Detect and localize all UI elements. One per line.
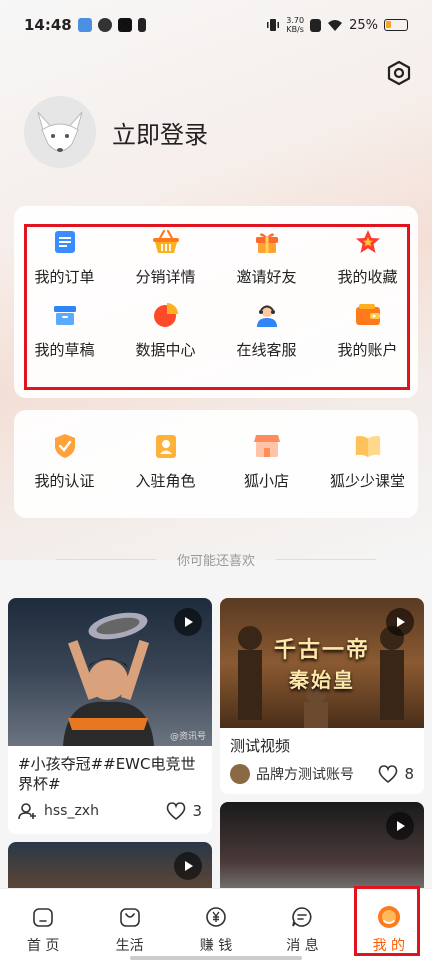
order-icon bbox=[51, 228, 79, 256]
watermark: @资讯号 bbox=[169, 732, 206, 742]
overlay-title-1: 千古一帝 bbox=[273, 638, 370, 663]
x-icon bbox=[310, 18, 322, 32]
like-button[interactable]: 8 bbox=[378, 765, 414, 783]
feed-title: #小孩夺冠##EWC电竞世界杯# bbox=[18, 755, 196, 793]
book-icon bbox=[354, 432, 382, 460]
avatar[interactable] bbox=[24, 96, 96, 168]
status-bar: 14:48 3.70 KB/s 25% bbox=[0, 0, 432, 50]
battery-percent: 25% bbox=[349, 17, 378, 33]
login-link[interactable]: 立即登录 bbox=[112, 115, 208, 150]
role-badge-icon bbox=[152, 432, 180, 460]
star-icon bbox=[354, 228, 382, 256]
notification-app-icon bbox=[97, 18, 112, 32]
play-icon bbox=[185, 861, 193, 871]
tab-profile[interactable]: 我 的 bbox=[346, 889, 432, 964]
settings-button[interactable] bbox=[386, 60, 412, 86]
feed-card-test-video[interactable]: 千古一帝 秦始皇 测试视频 品牌方测试账号 8 bbox=[220, 598, 424, 794]
feed-title: 测试视频 bbox=[230, 737, 291, 755]
profile-icon bbox=[377, 906, 400, 928]
bottom-tab-bar: 首 页 生活 赚 钱 消 息 我 的 bbox=[0, 888, 432, 964]
home-indicator bbox=[130, 956, 302, 960]
tab-home[interactable]: 首 页 bbox=[0, 889, 86, 964]
menu-distribution-details[interactable]: 分销详情 bbox=[115, 228, 216, 287]
play-button[interactable] bbox=[386, 812, 414, 840]
menu-my-account[interactable]: 我的账户 bbox=[317, 301, 418, 360]
sim-icon bbox=[137, 18, 146, 32]
feed-thumbnail[interactable]: 千古一帝 秦始皇 bbox=[220, 598, 424, 728]
fox-avatar-icon bbox=[37, 111, 83, 152]
feed-card-partial[interactable] bbox=[220, 802, 424, 902]
menu-fox-classroom[interactable]: 狐少少课堂 bbox=[317, 432, 418, 491]
feed-card-esports[interactable]: @资讯号 #小孩夺冠##EWC电竞世界杯# hss_zxh 3 bbox=[8, 598, 212, 834]
menu-online-support[interactable]: 在线客服 bbox=[216, 301, 317, 360]
status-time: 14:48 bbox=[24, 16, 72, 34]
author-avatar bbox=[230, 764, 250, 784]
vibrate-icon bbox=[267, 19, 280, 31]
gift-icon bbox=[253, 228, 281, 256]
play-icon bbox=[185, 617, 193, 627]
draft-box-icon bbox=[51, 301, 79, 329]
heart-icon bbox=[167, 802, 186, 820]
wifi-icon bbox=[328, 19, 343, 31]
like-button[interactable]: 3 bbox=[166, 802, 202, 820]
menu-my-orders[interactable]: 我的订单 bbox=[14, 228, 115, 287]
feed-author[interactable]: 品牌方测试账号 bbox=[256, 764, 354, 784]
settings-hex-icon bbox=[387, 60, 411, 86]
recommend-section-title: 你可能还喜欢 bbox=[0, 550, 432, 569]
main-menu-grid: 我的订单 分销详情 邀请好友 我的收藏 我的草稿 数据中心 在线客服 我的账户 bbox=[14, 228, 418, 360]
menu-join-role[interactable]: 入驻角色 bbox=[115, 432, 216, 491]
certification-icon bbox=[51, 432, 79, 460]
feed-meta: 品牌方测试账号 8 bbox=[220, 760, 424, 794]
pie-chart-icon bbox=[152, 301, 180, 329]
play-button[interactable] bbox=[174, 608, 202, 636]
like-count: 8 bbox=[404, 765, 414, 783]
tab-earn[interactable]: 赚 钱 bbox=[173, 889, 259, 964]
shop-icon bbox=[253, 432, 281, 460]
heart-icon bbox=[379, 765, 398, 783]
status-left: 14:48 bbox=[24, 16, 146, 34]
basket-icon bbox=[152, 228, 180, 256]
play-icon bbox=[397, 821, 405, 831]
yuan-coin-icon bbox=[206, 907, 226, 927]
overlay-title-2: 秦始皇 bbox=[289, 668, 355, 692]
net-speed: 3.70 KB/s bbox=[286, 16, 305, 34]
customer-service-icon bbox=[253, 301, 281, 329]
status-right: 3.70 KB/s 25% bbox=[266, 16, 408, 34]
menu-data-center[interactable]: 数据中心 bbox=[115, 301, 216, 360]
tab-life[interactable]: 生活 bbox=[86, 889, 172, 964]
notification-app-icon bbox=[77, 18, 92, 32]
secondary-menu-grid: 我的认证 入驻角色 狐小店 狐少少课堂 bbox=[14, 432, 418, 491]
play-icon bbox=[397, 617, 405, 627]
menu-invite-friends[interactable]: 邀请好友 bbox=[216, 228, 317, 287]
menu-my-favorites[interactable]: 我的收藏 bbox=[317, 228, 418, 287]
feed-author[interactable]: hss_zxh bbox=[44, 803, 99, 819]
menu-my-certification[interactable]: 我的认证 bbox=[14, 432, 115, 491]
feed-meta: hss_zxh 3 bbox=[8, 798, 212, 830]
wallet-icon bbox=[354, 301, 382, 329]
tab-messages[interactable]: 消 息 bbox=[259, 889, 345, 964]
menu-fox-shop[interactable]: 狐小店 bbox=[216, 432, 317, 491]
battery-icon bbox=[384, 19, 408, 31]
message-icon bbox=[292, 907, 312, 927]
home-icon bbox=[33, 908, 54, 927]
profile-section[interactable]: 立即登录 bbox=[24, 96, 208, 168]
add-user-icon bbox=[18, 803, 36, 820]
play-button[interactable] bbox=[386, 608, 414, 636]
play-button[interactable] bbox=[174, 852, 202, 880]
like-count: 3 bbox=[192, 802, 202, 820]
menu-my-drafts[interactable]: 我的草稿 bbox=[14, 301, 115, 360]
feed-thumbnail[interactable]: @资讯号 bbox=[8, 598, 212, 746]
tiktok-icon bbox=[117, 18, 132, 32]
bag-icon bbox=[119, 908, 140, 927]
